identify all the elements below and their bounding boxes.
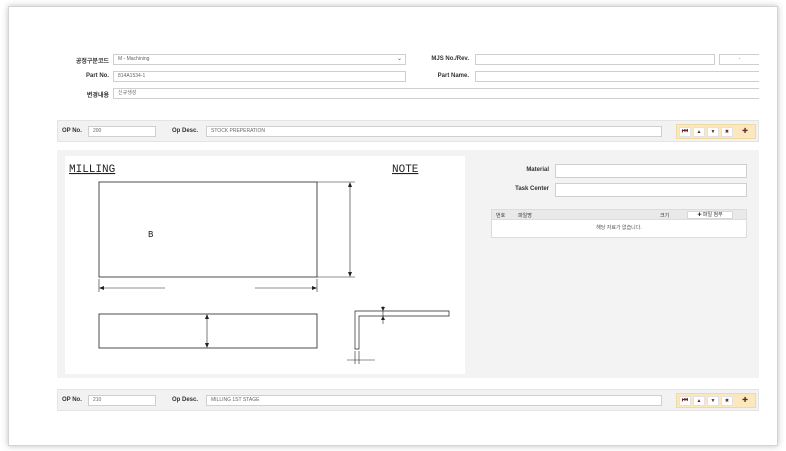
process-code-label: 공정구분코드 xyxy=(75,59,109,65)
part-no-input[interactable]: 814A1534-1 xyxy=(113,71,406,82)
process-code-value: M - Machining xyxy=(118,56,150,62)
side-rect xyxy=(98,313,318,349)
op-no-input[interactable]: 200 xyxy=(88,126,156,137)
chevron-down-icon: ⌄ xyxy=(396,56,402,62)
op-nav-toolbar: ⏮ ▲ ▼ ✖ ✚ xyxy=(676,393,756,408)
move-up-button[interactable]: ▲ xyxy=(693,396,705,406)
op-desc-label: Op Desc. xyxy=(172,397,199,403)
op-nav-toolbar: ⏮ ▲ ▼ ✖ ✚ xyxy=(676,124,756,139)
file-table-header: 번호 파일명 크기 ✚ 파일 첨부 xyxy=(491,209,747,220)
change-input[interactable]: 신규생성 xyxy=(113,88,759,99)
file-table-empty: 해당 자료가 없습니다. xyxy=(491,220,747,238)
drawing-sketch: MILLING NOTE B xyxy=(69,164,450,364)
col-file-header: 파일명 xyxy=(518,213,532,219)
add-button[interactable]: ✚ xyxy=(739,396,751,406)
delete-button[interactable]: ✖ xyxy=(721,127,733,137)
mjs-no-input[interactable] xyxy=(475,54,715,65)
op-desc-label: Op Desc. xyxy=(172,128,199,134)
material-input[interactable] xyxy=(555,164,747,178)
op-no-label: OP No. xyxy=(62,128,82,134)
rev-input[interactable]: - xyxy=(719,54,759,65)
process-code-select[interactable]: M - Machining ⌄ xyxy=(113,54,406,65)
first-button[interactable]: ⏮ xyxy=(679,396,691,406)
op-row-200: OP No. 200 Op Desc. STOCK PREPERATION ⏮ … xyxy=(57,120,759,142)
part-no-label: Part No. xyxy=(85,73,109,79)
move-down-button[interactable]: ▼ xyxy=(707,127,719,137)
stock-rect xyxy=(98,181,318,278)
drawing-image: MILLING NOTE B xyxy=(65,156,465,374)
add-button[interactable]: ✚ xyxy=(739,127,751,137)
drawing-title: MILLING xyxy=(69,164,115,176)
op-row-210: OP No. 210 Op Desc. MILLING 1ST STAGE ⏮ … xyxy=(57,389,759,411)
op-no-label: OP No. xyxy=(62,397,82,403)
dim-b-label: B xyxy=(148,230,154,240)
part-name-label: Part Name. xyxy=(437,73,469,79)
mjs-label: MJS No./Rev. xyxy=(431,56,469,62)
task-center-input[interactable] xyxy=(555,183,747,197)
part-name-input[interactable] xyxy=(475,71,759,82)
form-window: 공정구분코드 M - Machining ⌄ MJS No./Rev. - Pa… xyxy=(8,6,778,446)
delete-button[interactable]: ✖ xyxy=(721,396,733,406)
col-size-header: 크기 xyxy=(660,213,670,219)
col-no-header: 번호 xyxy=(496,213,506,219)
op-desc-input[interactable]: STOCK PREPERATION xyxy=(206,126,662,137)
op-desc-input[interactable]: MILLING 1ST STAGE xyxy=(206,395,662,406)
change-label: 변경내용 xyxy=(86,93,109,99)
attach-file-button[interactable]: ✚ 파일 첨부 xyxy=(687,211,733,219)
op-no-input[interactable]: 210 xyxy=(88,395,156,406)
angle-profile xyxy=(354,310,450,350)
task-center-label: Task Center xyxy=(515,186,549,192)
material-label: Material xyxy=(526,167,549,173)
first-button[interactable]: ⏮ xyxy=(679,127,691,137)
drawing-note: NOTE xyxy=(392,164,419,176)
move-up-button[interactable]: ▲ xyxy=(693,127,705,137)
move-down-button[interactable]: ▼ xyxy=(707,396,719,406)
